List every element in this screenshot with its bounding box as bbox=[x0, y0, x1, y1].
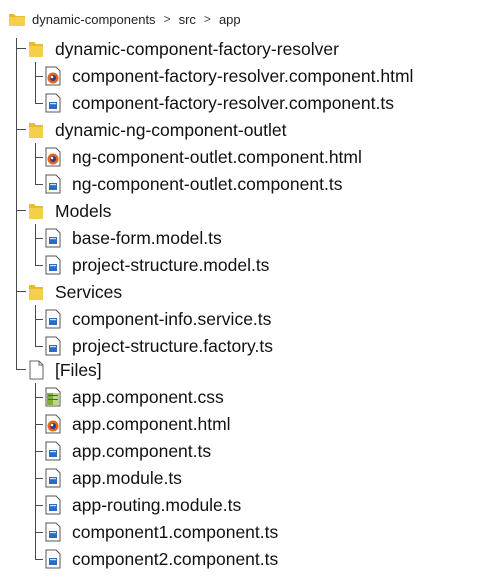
tree-file-row[interactable]: app.component.html bbox=[44, 411, 231, 437]
tree-guide-line bbox=[35, 451, 43, 452]
html-file-icon bbox=[44, 147, 62, 167]
tree-file-row[interactable]: app.component.css bbox=[44, 384, 224, 410]
tree-guide-line bbox=[35, 103, 43, 104]
file-name: app.component.html bbox=[72, 413, 231, 434]
tree-guide-line bbox=[35, 319, 43, 320]
file-name: ng-component-outlet.component.html bbox=[72, 146, 362, 167]
ts-file-icon bbox=[44, 495, 62, 515]
html-file-icon bbox=[44, 414, 62, 434]
file-name: project-structure.model.ts bbox=[72, 254, 270, 275]
file-name: component2.component.ts bbox=[72, 548, 279, 569]
folder-name: [Files] bbox=[55, 359, 102, 380]
tree-file-row[interactable]: app.module.ts bbox=[44, 465, 182, 491]
ts-file-icon bbox=[44, 468, 62, 488]
tree-file-row[interactable]: app.component.ts bbox=[44, 438, 211, 464]
ts-file-icon bbox=[44, 441, 62, 461]
ts-file-icon bbox=[44, 309, 62, 329]
file-name: app.module.ts bbox=[72, 467, 182, 488]
tree-guide-line bbox=[16, 38, 17, 369]
blank-file-icon bbox=[27, 360, 45, 380]
css-file-icon bbox=[44, 387, 62, 407]
tree-folder-row[interactable]: Models bbox=[27, 198, 111, 224]
tree-guide-line bbox=[35, 559, 43, 560]
tree-file-row[interactable]: component-factory-resolver.component.ts bbox=[44, 90, 394, 116]
tree-file-row[interactable]: app-routing.module.ts bbox=[44, 492, 241, 518]
file-name: component1.component.ts bbox=[72, 521, 279, 542]
file-name: base-form.model.ts bbox=[72, 227, 222, 248]
file-name: project-structure.factory.ts bbox=[72, 335, 273, 356]
tree-folder-row[interactable]: [Files] bbox=[27, 357, 102, 383]
folder-name: Models bbox=[55, 200, 112, 221]
folder-name: dynamic-component-factory-resolver bbox=[55, 38, 339, 59]
tree-folder-row[interactable]: dynamic-ng-component-outlet bbox=[27, 117, 287, 143]
tree-guide-line bbox=[16, 129, 26, 130]
folder-icon bbox=[27, 201, 45, 221]
tree-guide-line bbox=[35, 224, 36, 265]
tree-file-row[interactable]: component1.component.ts bbox=[44, 519, 278, 545]
tree-guide-line bbox=[35, 305, 36, 346]
tree-guide-line bbox=[16, 48, 26, 49]
tree-file-row[interactable]: component2.component.ts bbox=[44, 546, 278, 572]
tree-guide-line bbox=[16, 369, 26, 370]
folder-name: Services bbox=[55, 281, 123, 302]
file-name: app-routing.module.ts bbox=[72, 494, 242, 515]
file-tree: dynamic-component-factory-resolver compo… bbox=[0, 0, 501, 583]
tree-file-row[interactable]: component-factory-resolver.component.htm… bbox=[44, 63, 413, 89]
tree-guide-line bbox=[35, 505, 43, 506]
tree-guide-line bbox=[35, 346, 43, 347]
tree-file-row[interactable]: project-structure.factory.ts bbox=[44, 333, 273, 359]
ts-file-icon bbox=[44, 522, 62, 542]
tree-file-row[interactable]: ng-component-outlet.component.html bbox=[44, 144, 362, 170]
ts-file-icon bbox=[44, 228, 62, 248]
folder-icon bbox=[27, 39, 45, 59]
file-name: ng-component-outlet.component.ts bbox=[72, 173, 343, 194]
tree-guide-line bbox=[35, 424, 43, 425]
file-name: app.component.css bbox=[72, 386, 224, 407]
tree-guide-line bbox=[35, 157, 43, 158]
tree-file-row[interactable]: base-form.model.ts bbox=[44, 225, 222, 251]
folder-icon bbox=[27, 282, 45, 302]
tree-folder-row[interactable]: dynamic-component-factory-resolver bbox=[27, 36, 339, 62]
tree-guide-line bbox=[35, 62, 36, 103]
ts-file-icon bbox=[44, 336, 62, 356]
file-name: app.component.ts bbox=[72, 440, 212, 461]
tree-guide-line bbox=[35, 76, 43, 77]
tree-guide-line bbox=[16, 291, 26, 292]
file-name: component-info.service.ts bbox=[72, 308, 272, 329]
file-name: component-factory-resolver.component.htm… bbox=[72, 65, 414, 86]
folder-icon bbox=[27, 120, 45, 140]
tree-guide-line bbox=[35, 184, 43, 185]
tree-guide-line bbox=[35, 238, 43, 239]
tree-guide-line bbox=[35, 143, 36, 184]
tree-guide-line bbox=[35, 265, 43, 266]
ts-file-icon bbox=[44, 549, 62, 569]
file-name: component-factory-resolver.component.ts bbox=[72, 92, 394, 113]
tree-guide-line bbox=[35, 397, 43, 398]
tree-file-row[interactable]: component-info.service.ts bbox=[44, 306, 271, 332]
tree-folder-row[interactable]: Services bbox=[27, 279, 122, 305]
tree-guide-line bbox=[16, 210, 26, 211]
tree-file-row[interactable]: ng-component-outlet.component.ts bbox=[44, 171, 342, 197]
ts-file-icon bbox=[44, 174, 62, 194]
tree-guide-line bbox=[35, 478, 43, 479]
tree-file-row[interactable]: project-structure.model.ts bbox=[44, 252, 269, 278]
ts-file-icon bbox=[44, 255, 62, 275]
tree-guide-line bbox=[35, 532, 43, 533]
html-file-icon bbox=[44, 66, 62, 86]
folder-name: dynamic-ng-component-outlet bbox=[55, 119, 287, 140]
ts-file-icon bbox=[44, 93, 62, 113]
